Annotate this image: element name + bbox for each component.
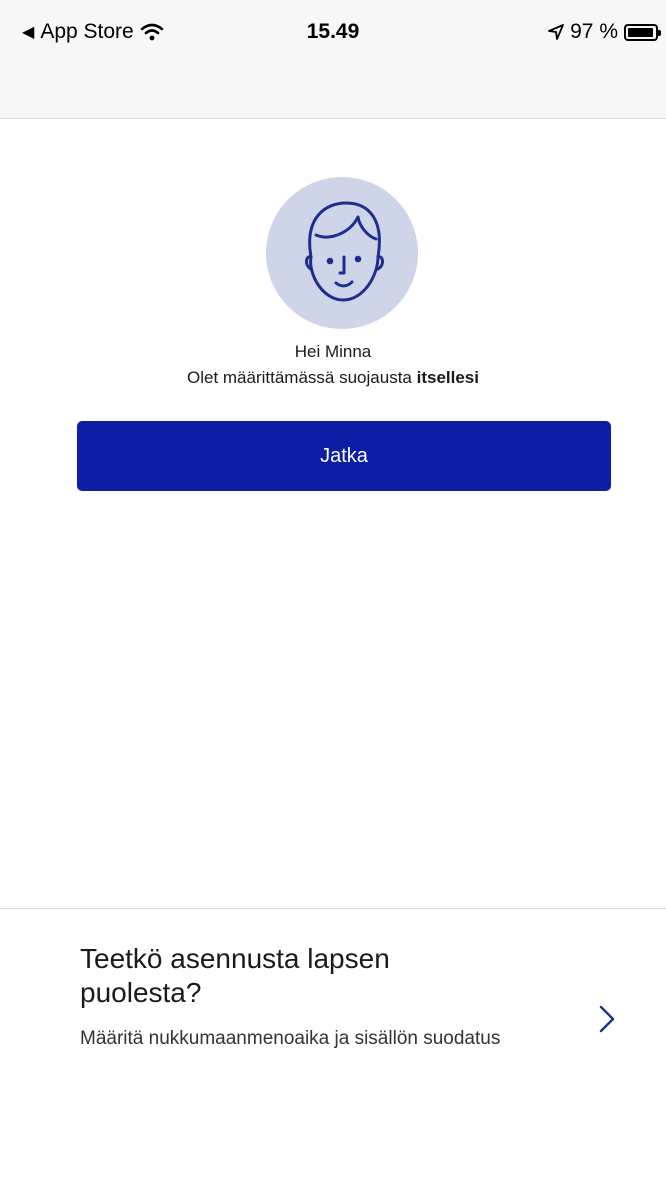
chevron-right-icon bbox=[599, 1005, 615, 1033]
battery-icon bbox=[624, 23, 661, 41]
location-arrow-icon bbox=[548, 24, 565, 40]
greeting-text: Hei Minna bbox=[294, 342, 372, 361]
child-option-title: Teetkö asennusta lapsen puolesta? bbox=[80, 943, 390, 1008]
avatar bbox=[266, 177, 418, 329]
status-bar: ◀ App Store 15.49 97 % bbox=[0, 0, 666, 68]
battery-level-fill bbox=[628, 27, 654, 37]
person-face-icon bbox=[305, 201, 384, 302]
navigation-bar bbox=[0, 68, 666, 119]
child-option-description: Määritä nukkumaanmenoaika ja sisällön su… bbox=[80, 1028, 501, 1049]
subtitle-bold: itsellesi bbox=[416, 368, 479, 387]
status-right: 97 % bbox=[548, 20, 661, 44]
child-setup-option[interactable]: Teetkö asennusta lapsen puolesta? Määrit… bbox=[0, 909, 666, 1182]
continue-button[interactable]: Jatka bbox=[77, 421, 611, 491]
battery-percent: 97 % bbox=[570, 20, 618, 43]
subtitle-prefix: Olet määrittämässä suojausta bbox=[187, 368, 417, 387]
subtitle-text: Olet määrittämässä suojausta itsellesi bbox=[0, 368, 666, 388]
main-content: Hei Minna Olet määrittämässä suojausta i… bbox=[0, 120, 666, 908]
